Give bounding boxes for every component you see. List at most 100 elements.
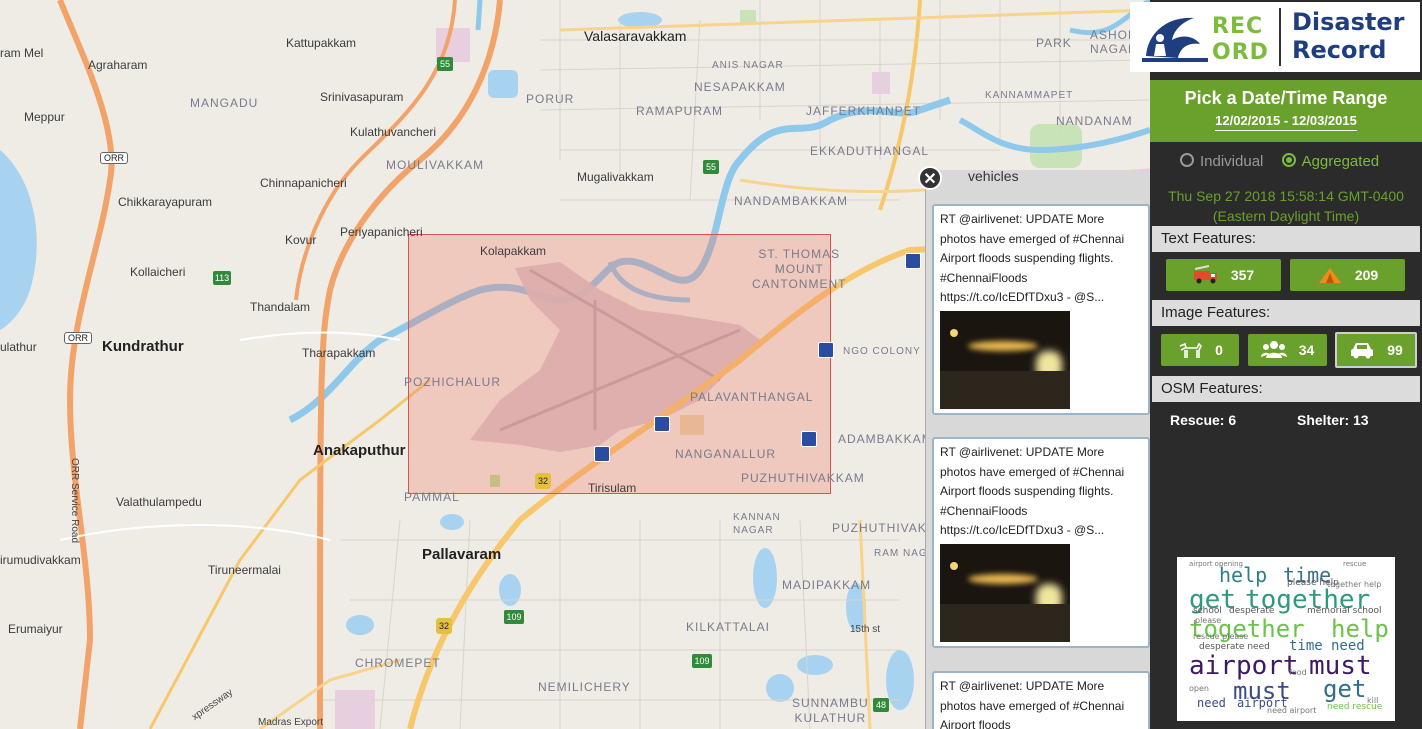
image-features-header: Image Features: xyxy=(1152,300,1420,326)
map-label: RAM NAG xyxy=(874,548,928,559)
map-label: irumudivakkam xyxy=(0,553,81,567)
map-label: Tirisulam xyxy=(588,481,637,495)
close-icon[interactable]: ✕ xyxy=(918,166,942,190)
map-label: ADAMBAKKAM xyxy=(838,432,933,446)
fire-truck-icon xyxy=(1193,265,1217,284)
car-feature-button[interactable]: 99 xyxy=(1335,332,1417,368)
map-label: Kundrathur xyxy=(102,338,184,355)
map-label: PAMMAL xyxy=(404,490,460,504)
map-label: PORUR xyxy=(526,92,575,106)
map-label: NANDAMBAKKAM xyxy=(734,194,849,208)
map-label: Valasaravakkam xyxy=(584,28,687,44)
route-shield: 55 xyxy=(703,160,719,174)
mode-individual-radio[interactable]: Individual xyxy=(1180,153,1263,170)
map-label: Meppur xyxy=(24,110,65,124)
metro-station-icon[interactable] xyxy=(654,416,670,432)
route-shield: 113 xyxy=(213,271,231,285)
mode-toggle: Individual Aggregated xyxy=(1180,153,1379,170)
map-label: Kollaicheri xyxy=(130,265,186,279)
people-feature-button[interactable]: 34 xyxy=(1248,334,1327,366)
tweet-card[interactable]: RT @airlivenet: UPDATE More photos have … xyxy=(932,204,1150,415)
route-shield: 32 xyxy=(436,618,452,634)
mode-aggregated-radio[interactable]: Aggregated xyxy=(1281,153,1379,170)
dog-icon xyxy=(1179,342,1203,358)
logo: REC ORD Disaster Record xyxy=(1130,2,1420,72)
tweet-text: RT @airlivenet: UPDATE More photos have … xyxy=(940,212,1125,304)
fire-truck-feature-button[interactable]: 357 xyxy=(1166,259,1281,291)
map-label: Kulathuvancheri xyxy=(350,125,437,139)
text-features-header: Text Features: xyxy=(1152,226,1420,252)
tweet-card[interactable]: RT @airlivenet: UPDATE More photos have … xyxy=(932,671,1150,729)
radio-selected-icon xyxy=(1281,153,1296,168)
map-label: SUNNAMBU KULATHUR xyxy=(792,696,869,725)
metro-station-icon[interactable] xyxy=(801,431,817,447)
map-label: RAMAPURAM xyxy=(636,104,724,118)
dog-feature-button[interactable]: 0 xyxy=(1161,334,1239,366)
route-shield: 55 xyxy=(437,57,453,71)
map-label: MOULIVAKKAM xyxy=(386,158,485,172)
tweet-card[interactable]: RT @airlivenet: UPDATE More photos have … xyxy=(932,437,1150,648)
orr-marker: ORR xyxy=(64,332,92,344)
map-label: Srinivasapuram xyxy=(320,90,404,104)
date-range-value[interactable]: 12/02/2015 - 12/03/2015 xyxy=(1215,113,1357,131)
map-label: Thandalam xyxy=(250,300,311,314)
osm-shelter-count[interactable]: Shelter: 13 xyxy=(1297,412,1369,428)
map-label: CHROMEPET xyxy=(355,656,441,670)
popup-title: vehicles xyxy=(968,170,1019,184)
map-label: ulathur xyxy=(0,340,37,354)
route-shield: 32 xyxy=(535,473,551,489)
map-label: Erumaiyur xyxy=(8,622,63,636)
tent-feature-button[interactable]: 209 xyxy=(1290,259,1405,291)
metro-station-icon[interactable] xyxy=(905,253,921,269)
map-label: Agraharam xyxy=(88,58,148,72)
map-label: Kolapakkam xyxy=(480,244,547,258)
map-label: KANNAN NAGAR xyxy=(733,512,781,536)
word-cloud: help time get together together help air… xyxy=(1177,557,1395,721)
map-label: PUZHUTHIVAKKAM xyxy=(741,471,865,485)
map-label: Kovur xyxy=(285,233,317,247)
radio-icon xyxy=(1180,153,1194,168)
metro-station-icon[interactable] xyxy=(818,342,834,358)
car-icon xyxy=(1351,343,1374,359)
map-label: ORR Service Road xyxy=(69,458,80,544)
map-label: Periyapanicheri xyxy=(340,225,423,239)
map-label: NGO COLONY xyxy=(843,346,921,357)
map-label: EKKADUTHANGAL xyxy=(810,144,930,158)
map-label: Kattupakkam xyxy=(286,36,357,50)
map-label: JAFFERKHANPET xyxy=(806,104,922,118)
route-shield: 109 xyxy=(692,654,712,668)
map-label: POZHICHALUR xyxy=(404,375,502,389)
tweet-text: RT @airlivenet: UPDATE More photos have … xyxy=(940,445,1125,537)
route-shield: 109 xyxy=(504,610,524,624)
wave-logo-icon xyxy=(1142,17,1208,62)
map-label: KILKATTALAI xyxy=(686,620,770,634)
osm-rescue-count[interactable]: Rescue: 6 xyxy=(1170,412,1236,428)
tweet-popup-panel[interactable]: vehicles RT @airlivenet: UPDATE More pho… xyxy=(925,170,1154,729)
tweet-image[interactable] xyxy=(940,310,1070,409)
logo-rec-text: REC ORD xyxy=(1212,14,1269,65)
map-label: MADIPAKKAM xyxy=(782,578,872,592)
date-range-title: Pick a Date/Time Range xyxy=(1184,88,1388,108)
tent-icon xyxy=(1318,268,1341,283)
people-icon xyxy=(1260,341,1287,358)
map-label: PARK xyxy=(1036,36,1072,50)
map-label: ST. THOMAS MOUNT CANTONMENT xyxy=(752,247,847,291)
map-label: NEMILICHERY xyxy=(538,680,631,694)
map-label: ANIS NAGAR xyxy=(712,60,784,71)
timestamp: Thu Sep 27 2018 15:58:14 GMT-0400 (Easte… xyxy=(1168,188,1404,224)
orr-marker: ORR xyxy=(100,152,128,164)
map-label: Anakaputhur xyxy=(313,442,406,459)
map-label: Tharapakkam xyxy=(302,346,376,360)
tweet-image[interactable] xyxy=(940,543,1070,642)
map-label: Tiruneermalai xyxy=(208,563,281,577)
route-shield: 48 xyxy=(873,698,889,712)
map-label: Pallavaram xyxy=(422,546,502,563)
map-label: 15th st xyxy=(850,624,881,635)
map-label: Valathulampedu xyxy=(116,495,202,509)
date-range-picker[interactable]: Pick a Date/Time Range 12/02/2015 - 12/0… xyxy=(1150,80,1422,142)
metro-station-icon[interactable] xyxy=(594,446,610,462)
map-label: PUZHUTHIVAKK xyxy=(832,521,936,535)
map-label: Chinnapanicheri xyxy=(260,176,347,190)
map-label: KANNAMMAPET xyxy=(985,90,1074,101)
sidebar: REC ORD Disaster Record Pick a Date/Time… xyxy=(1130,0,1422,729)
